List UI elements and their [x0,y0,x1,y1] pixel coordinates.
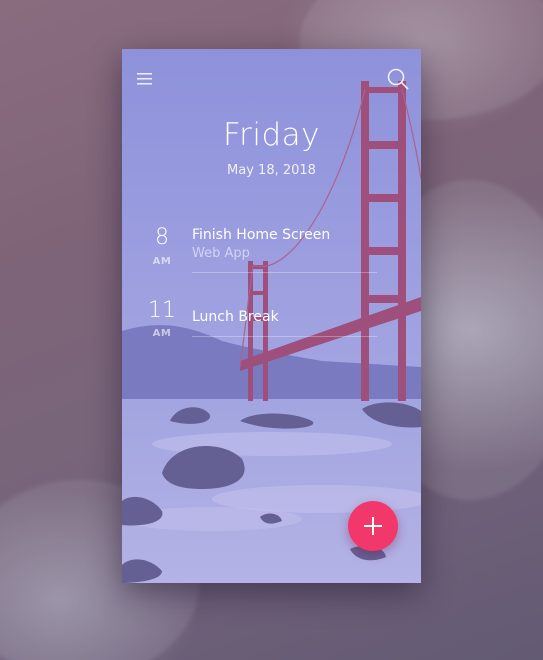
event-hour: 8 [155,225,169,250]
event-subtitle: Web App [192,246,250,261]
plus-icon [364,517,382,535]
app-background: Friday May 18, 2018 8 AM Finish Home Scr… [0,0,543,660]
add-event-button[interactable] [348,501,398,551]
search-icon[interactable] [386,67,410,91]
event-item[interactable]: 11 AM Lunch Break [122,298,421,339]
event-ampm: AM [152,256,172,267]
event-title: Lunch Break [192,309,279,325]
event-divider [192,336,377,337]
event-title: Finish Home Screen [192,227,331,243]
event-hour: 11 [148,298,176,323]
hamburger-menu-icon[interactable] [136,71,154,87]
event-divider [192,272,377,273]
day-title: Friday [223,117,320,153]
event-ampm: AM [152,328,172,339]
phone-screen-card: Friday May 18, 2018 8 AM Finish Home Scr… [122,49,421,583]
event-item[interactable]: 8 AM Finish Home Screen Web App [122,225,421,275]
date-label: May 18, 2018 [227,163,316,178]
